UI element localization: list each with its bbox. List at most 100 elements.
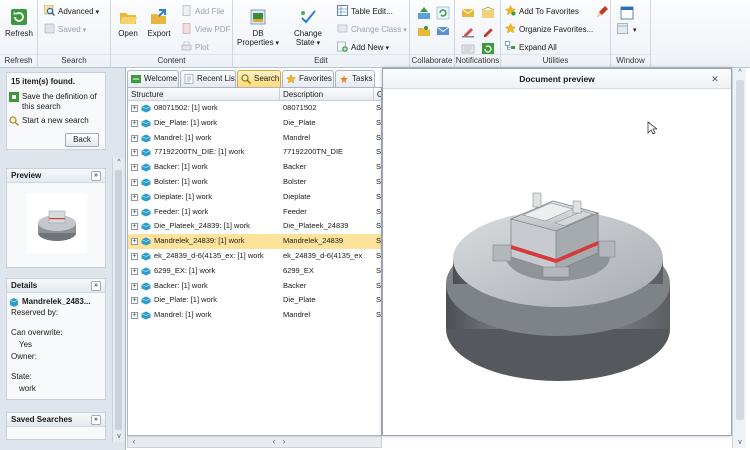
- ribbon-group-edit: DB Properties ▾ Change State ▾ Table Edit.…: [233, 0, 410, 68]
- table-row[interactable]: +Mandrel: [1] workMandrelSe: [128, 131, 381, 146]
- start-new-search-link[interactable]: Start a new search: [7, 116, 105, 126]
- view-pdf-button[interactable]: View PDF: [181, 23, 230, 36]
- export-button[interactable]: Export: [145, 8, 173, 38]
- expand-icon[interactable]: +: [131, 179, 138, 186]
- table-row[interactable]: +08071502: [1] work08071502Se: [128, 101, 381, 116]
- chevron-up-icon[interactable]: ^: [113, 158, 125, 168]
- notification-edit-icon[interactable]: [461, 24, 475, 38]
- cell-structure: Die_Plateek_24839: [1] work: [154, 221, 250, 231]
- expand-icon[interactable]: +: [131, 238, 138, 246]
- expand-icon[interactable]: +: [131, 223, 138, 231]
- notification-delete-icon[interactable]: [481, 24, 495, 38]
- expand-icon[interactable]: +: [131, 134, 138, 142]
- add-file-button[interactable]: Add File: [181, 5, 224, 18]
- column-header-o[interactable]: O: [374, 88, 381, 101]
- cell-structure: 77192200TN_DIE: [1] work: [154, 147, 245, 157]
- details-section: Details » Mandrelek_2483... Reserved by:…: [6, 278, 106, 400]
- cell-description: 77192200TN_DIE: [283, 147, 344, 157]
- table-row[interactable]: +77192200TN_DIE: [1] work 77192200TN_DIE S…: [128, 145, 381, 160]
- scrollbar-thumb[interactable]: [115, 170, 122, 430]
- collapse-icon[interactable]: »: [91, 171, 101, 181]
- tab-recent-list[interactable]: Recent List: [180, 70, 236, 87]
- part-icon: [141, 296, 151, 305]
- expand-icon[interactable]: +: [131, 164, 138, 172]
- organize-favorites-button[interactable]: Organize Favorites...: [505, 23, 593, 36]
- table-edit-button[interactable]: Table Edit...: [337, 5, 393, 18]
- column-header-description[interactable]: Description: [280, 88, 374, 101]
- expand-icon[interactable]: +: [131, 149, 138, 157]
- chevron-up-icon[interactable]: ^: [733, 68, 747, 78]
- upload-icon[interactable]: [417, 6, 431, 20]
- window-arrange-button[interactable]: ▾: [617, 23, 637, 36]
- tab-favorites[interactable]: Favorites: [282, 70, 334, 87]
- table-row[interactable]: + ek_24839_d-6(4135_ex: [1] work ek_24839_…: [128, 249, 381, 264]
- back-button[interactable]: Back: [65, 133, 99, 147]
- ribbon-group-content: Open Export Add File View PDF Plot Conte…: [111, 0, 233, 68]
- table-row[interactable]: +Mandrel: [1] workMandrelSe: [128, 308, 381, 323]
- left-panel-scrollbar[interactable]: ^ v: [112, 158, 124, 442]
- preview-thumbnail[interactable]: [27, 193, 87, 253]
- sync-icon[interactable]: [436, 6, 450, 20]
- add-new-button[interactable]: Add New ▾: [337, 41, 389, 54]
- folder-share-icon[interactable]: [417, 24, 431, 38]
- window-arrange-icon: [617, 23, 628, 34]
- db-properties-button[interactable]: DB Properties ▾: [237, 8, 279, 48]
- close-icon[interactable]: ✕: [709, 73, 721, 85]
- saved-search-button[interactable]: Saved ▾: [44, 23, 86, 36]
- 3d-part-render[interactable]: [423, 149, 693, 399]
- chevron-left-icon[interactable]: ‹: [128, 437, 140, 447]
- notification-open-icon[interactable]: [481, 6, 495, 20]
- scrollbar-thumb[interactable]: [736, 80, 744, 420]
- advanced-search-button[interactable]: Advanced ▾: [44, 5, 99, 18]
- expand-icon[interactable]: +: [131, 208, 138, 216]
- refresh-button[interactable]: Refresh: [3, 8, 35, 38]
- save-search-definition-link[interactable]: Save the definition of this search: [7, 92, 105, 112]
- cell-description: 6299_EX: [283, 265, 314, 275]
- mail-icon[interactable]: [436, 24, 450, 38]
- table-row[interactable]: +Bolster: [1] workBolsterSe: [128, 175, 381, 190]
- tab-welcome[interactable]: Welcome: [127, 70, 179, 87]
- cell-structure: Mandrel: [1] work: [154, 310, 212, 320]
- open-button[interactable]: Open: [115, 8, 141, 38]
- chevron-down-icon[interactable]: v: [733, 438, 747, 448]
- expand-all-button[interactable]: Expand All: [505, 41, 557, 54]
- notification-new-icon[interactable]: [461, 6, 475, 20]
- table-row[interactable]: +Die_Plate: [1] workDie_PlateSe: [128, 116, 381, 131]
- add-to-favorites-button[interactable]: Add To Favorites: [505, 5, 579, 18]
- expand-icon[interactable]: +: [131, 119, 138, 127]
- tab-tasks[interactable]: Tasks: [335, 70, 375, 87]
- column-header-structure[interactable]: Structure: [128, 88, 280, 101]
- change-class-button[interactable]: Change Class ▾: [337, 23, 407, 36]
- table-row[interactable]: +Feeder: [1] workFeederSe: [128, 205, 381, 220]
- expand-icon[interactable]: +: [131, 282, 138, 290]
- expand-icon[interactable]: +: [131, 105, 138, 112]
- table-row[interactable]: + Die_Plateek_24839: [1] work Die_Plateek_…: [128, 219, 381, 234]
- table-row[interactable]: +Backer: [1] workBackerSe: [128, 279, 381, 294]
- window-layout-icon[interactable]: [620, 6, 634, 20]
- table-row[interactable]: +Backer: [1] workBackerSe: [128, 160, 381, 175]
- expand-icon[interactable]: +: [131, 253, 138, 260]
- collapse-icon[interactable]: »: [91, 415, 101, 425]
- part-icon: [141, 178, 151, 187]
- table-row[interactable]: +Dieplate: [1] workDieplateSe: [128, 190, 381, 205]
- expand-icon[interactable]: +: [131, 297, 138, 305]
- expand-icon[interactable]: +: [131, 312, 138, 320]
- chevron-down-icon[interactable]: v: [113, 432, 125, 442]
- ribbon-group-label: Collaborate: [411, 56, 453, 65]
- collapse-icon[interactable]: »: [91, 281, 101, 291]
- can-overwrite-label: Can overwrite:: [11, 328, 63, 337]
- cell-description: ek_24839_d-6(4135_ex: [283, 251, 363, 260]
- ribbon: Refresh Refresh Advanced ▾ Saved ▾ Search …: [0, 0, 750, 68]
- expand-icon[interactable]: +: [131, 193, 138, 201]
- expand-icon[interactable]: +: [131, 267, 138, 275]
- pen-icon[interactable]: [595, 5, 609, 19]
- table-row[interactable]: +6299_EX: [1] work6299_EXSe: [128, 264, 381, 279]
- table-row[interactable]: +Die_Plate: [1] workDie_PlateSe: [128, 293, 381, 308]
- change-state-button[interactable]: Change State ▾: [285, 8, 331, 48]
- preview-scrollbar[interactable]: ^ v: [732, 68, 746, 448]
- chevron-right-icon[interactable]: ›: [278, 437, 290, 447]
- grid-horizontal-scrollbar[interactable]: ‹ ‹ ›: [127, 436, 382, 448]
- plot-button[interactable]: Plot: [181, 41, 209, 54]
- table-row[interactable]: + Mandrelek_24839: [1] work Mandrelek_2483…: [128, 234, 381, 249]
- tab-search[interactable]: Search: [237, 70, 281, 87]
